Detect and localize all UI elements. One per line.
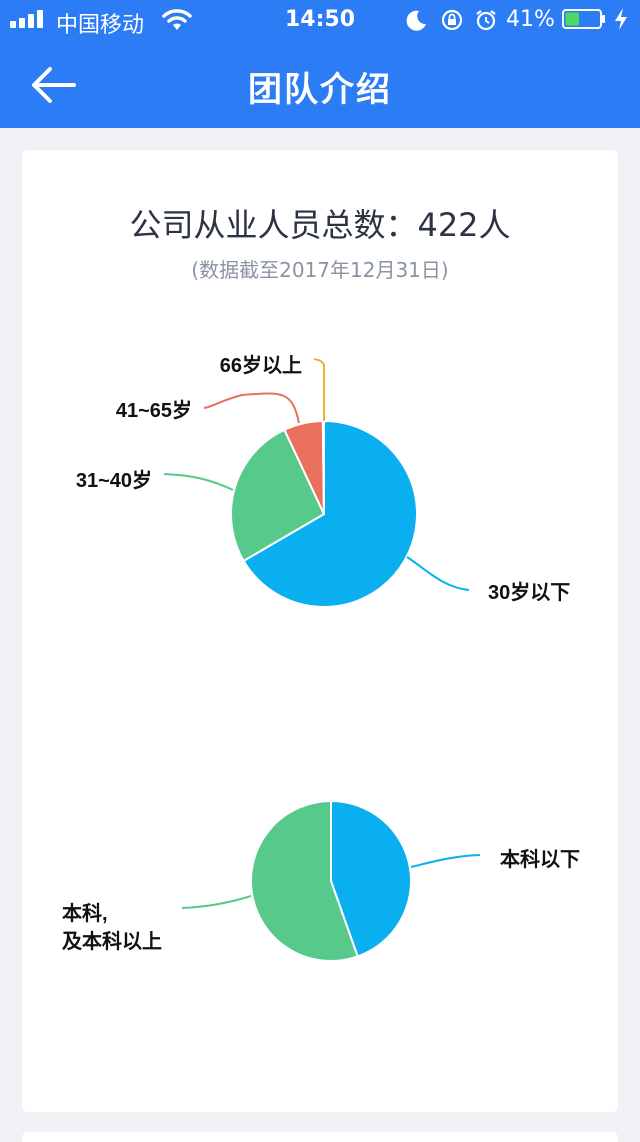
battery-percent: 41% xyxy=(506,7,555,32)
charging-icon xyxy=(615,8,627,30)
slice-label: 本科, xyxy=(62,901,108,925)
battery-icon xyxy=(562,9,605,29)
slice-label: 及本科以上 xyxy=(62,929,162,953)
next-card-edge xyxy=(22,1132,618,1142)
leader-line xyxy=(203,392,300,424)
slice-label: 41~65岁 xyxy=(116,398,192,422)
status-bar: 中国移动 14:50 41% xyxy=(0,0,640,40)
team-stats-card: 公司从业人员总数：422人 (数据截至2017年12月31日) 30岁以下 31~… xyxy=(22,150,618,1112)
slice-label: 66岁以上 xyxy=(220,353,302,377)
leader-line xyxy=(410,854,481,868)
page-title: 团队介绍 xyxy=(248,70,392,110)
age-pie-chart: 30岁以下 31~40岁 41~65岁 66岁以上 xyxy=(76,353,570,608)
alarm-icon xyxy=(476,10,496,31)
slice-label: 30岁以下 xyxy=(488,580,570,604)
app-header: 中国移动 14:50 41% 团队介绍 xyxy=(0,0,640,128)
leader-line xyxy=(406,556,470,591)
pie-slice[interactable] xyxy=(321,419,325,515)
leader-line xyxy=(163,473,234,491)
rotation-lock-icon xyxy=(441,9,463,31)
charts-canvas: 30岁以下 31~40岁 41~65岁 66岁以上 本科以下本科, 及本科以上 xyxy=(62,353,580,962)
leader-line xyxy=(181,895,252,909)
education-pie-chart: 本科以下本科, 及本科以上 xyxy=(62,799,580,962)
leader-line xyxy=(313,358,325,421)
moon-icon xyxy=(406,10,426,31)
slice-label: 本科以下 xyxy=(500,847,580,871)
slice-label: 31~40岁 xyxy=(76,468,152,492)
